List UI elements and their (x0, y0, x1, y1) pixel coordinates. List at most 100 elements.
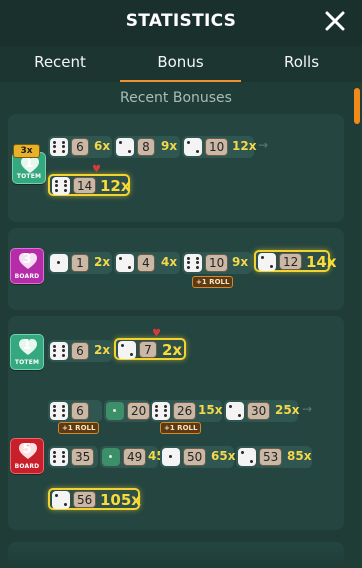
roll-item: 49 45x (100, 446, 172, 468)
roll-item: 26 15x (150, 400, 222, 422)
roll-value: 35 (71, 448, 95, 466)
page-title: STATISTICS (125, 11, 237, 31)
scrollbar[interactable] (354, 88, 360, 564)
roll-multiplier: 6x (94, 139, 111, 153)
roll-multiplier: 9x (161, 139, 178, 153)
roll-value: 26 (173, 402, 197, 420)
extra-roll-tag: +1 ROLL (160, 422, 202, 434)
roll-value: 6 (71, 402, 89, 420)
dice-icon (162, 448, 180, 466)
roll-item-highlight: 12 14x (254, 250, 337, 272)
badge-label: BOARD (14, 273, 40, 280)
dice-icon (50, 342, 68, 360)
badge-label: TOTEM (16, 173, 42, 180)
roll-multiplier: 9x (232, 255, 249, 269)
roll-item: 8 9x (114, 136, 180, 158)
roll-value: 7 (139, 341, 157, 358)
roll-item: 6 6x (48, 136, 112, 158)
roll-item: 4 4x (114, 252, 180, 274)
roll-item: 1 2x (48, 252, 112, 274)
board-badge: 5 BOARD (10, 438, 44, 474)
tab-rolls[interactable]: Rolls (241, 46, 362, 82)
roll-value: 50 (183, 448, 207, 466)
scrollbar-thumb[interactable] (354, 88, 360, 124)
bonus-card: 1 TOTEM 3x 6 6x 8 9x 10 12x → ♥ 14 12x (8, 114, 344, 222)
totem-badge: 1 TOTEM (10, 334, 44, 370)
roll-multiplier: 15x (198, 403, 223, 417)
roll-item-highlight: 14 12x (48, 174, 131, 196)
roll-item-highlight: 56 105x (48, 488, 141, 510)
badge-label: TOTEM (14, 359, 40, 366)
roll-item: 6 (48, 400, 102, 422)
header: STATISTICS (0, 0, 362, 46)
roll-item: 10 9x (182, 252, 252, 274)
roll-multiplier: 2x (162, 341, 183, 359)
roll-multiplier: 2x (94, 343, 111, 357)
badge-number: 3 (22, 252, 32, 267)
dice-icon (116, 138, 134, 156)
dice-icon (52, 491, 70, 509)
roll-value: 10 (205, 138, 229, 156)
bonus-list[interactable]: Recent Bonuses 1 TOTEM 3x 6 6x 8 9x 10 1… (0, 82, 362, 568)
roll-multiplier: 65x (211, 449, 236, 463)
badge-multiplier: 3x (13, 144, 40, 158)
tab-recent[interactable]: Recent (0, 46, 120, 82)
bonus-card: 3 BOARD 1 2x 4 4x 10 9x +1 ROLL 12 14x (8, 228, 344, 310)
dice-icon (50, 254, 68, 272)
roll-value: 4 (137, 254, 155, 272)
roll-value: 56 (73, 491, 97, 508)
dice-icon (50, 448, 68, 466)
clover-dice-icon (106, 402, 124, 420)
roll-multiplier: 85x (287, 449, 312, 463)
extra-roll-tag: +1 ROLL (192, 276, 234, 288)
dice-icon (118, 341, 136, 359)
tab-bonus[interactable]: Bonus (120, 46, 241, 82)
dice-icon (116, 254, 134, 272)
roll-value: 49 (123, 448, 147, 466)
dice-icon (50, 138, 68, 156)
roll-value: 6 (71, 342, 89, 360)
badge-label: BOARD (14, 463, 40, 470)
roll-item: 30 25x (224, 400, 300, 422)
list-fade (0, 544, 362, 568)
roll-value: 14 (73, 177, 97, 194)
roll-item: 53 85x (236, 446, 312, 468)
roll-value: 6 (71, 138, 89, 156)
roll-multiplier: 12x (232, 139, 257, 153)
tab-bar: Recent Bonus Rolls (0, 46, 362, 82)
roll-value: 30 (247, 402, 271, 420)
dice-icon (52, 177, 70, 195)
roll-item: 10 12x (182, 136, 257, 158)
roll-item: 6 2x (48, 340, 112, 362)
roll-value: 10 (205, 254, 229, 272)
badge-number: 1 (24, 156, 34, 171)
close-icon[interactable] (322, 8, 348, 34)
dice-icon (152, 402, 170, 420)
roll-item: 20 5x (104, 400, 169, 422)
roll-item: 35 (48, 446, 98, 468)
badge-number: 5 (22, 442, 32, 457)
dice-icon (226, 402, 244, 420)
roll-item-highlight: 7 2x (114, 338, 186, 360)
dice-icon (184, 138, 202, 156)
roll-value: 1 (71, 254, 89, 272)
extra-roll-tag: +1 ROLL (58, 422, 100, 434)
section-title: Recent Bonuses (120, 90, 232, 106)
roll-multiplier: 4x (161, 255, 178, 269)
board-badge: 3 BOARD (10, 248, 44, 284)
clover-dice-icon (102, 448, 120, 466)
roll-value: 53 (259, 448, 283, 466)
arrow-icon: → (302, 402, 313, 416)
roll-multiplier: 25x (275, 403, 300, 417)
roll-value: 20 (127, 402, 151, 420)
bonus-card: 5 BOARD 6 +1 ROLL 20 5x 26 15x +1 ROLL 3… (8, 380, 344, 530)
dice-icon (184, 254, 202, 272)
roll-value: 8 (137, 138, 155, 156)
badge-number: 1 (22, 338, 32, 353)
roll-multiplier: 2x (94, 255, 111, 269)
dice-icon (50, 402, 68, 420)
arrow-icon: → (258, 138, 269, 152)
roll-value: 12 (279, 253, 303, 270)
dice-icon (238, 448, 256, 466)
dice-icon (258, 253, 276, 271)
